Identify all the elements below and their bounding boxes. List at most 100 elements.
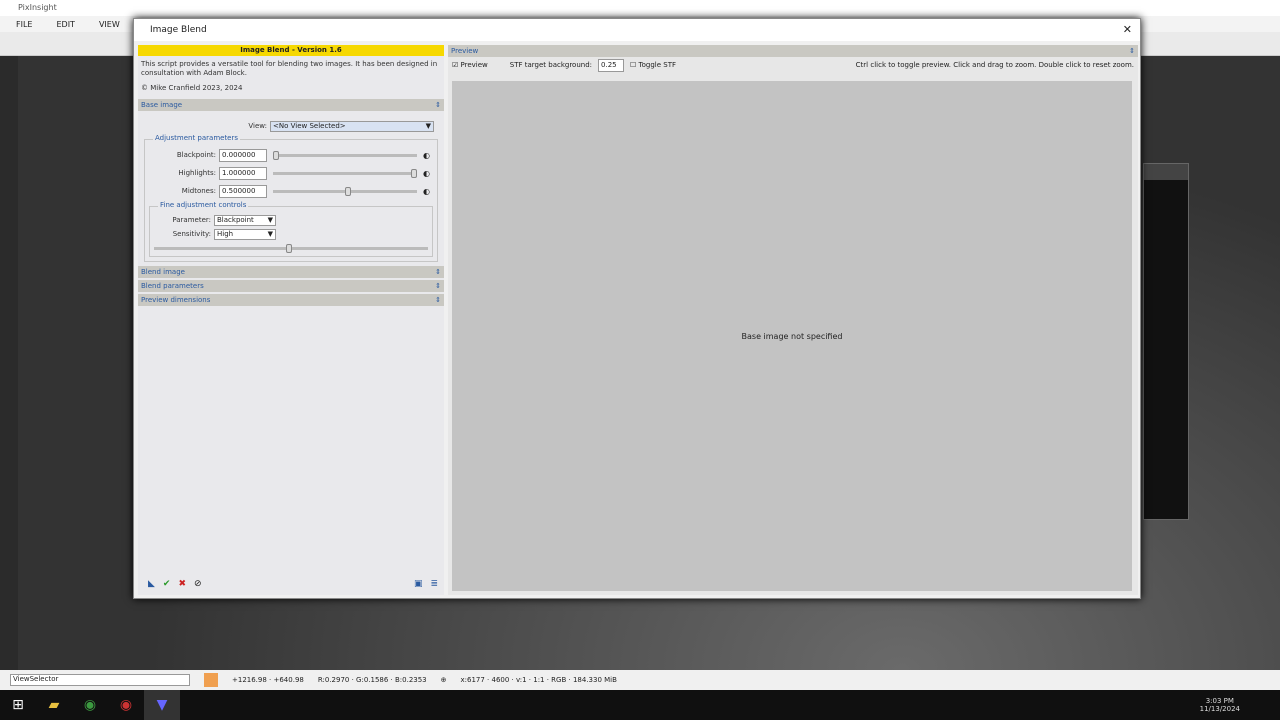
collapse-icon[interactable]: ⇕ — [435, 101, 441, 109]
version-banner: Image Blend - Version 1.6 — [138, 45, 444, 56]
sensitivity-value: High — [217, 229, 234, 238]
app-title: PixInsight — [18, 3, 57, 12]
slider-knob[interactable] — [273, 150, 279, 160]
view-label: View: — [248, 122, 267, 130]
menu-view[interactable]: VIEW — [99, 20, 120, 32]
left-panel: Image Blend - Version 1.6 This script pr… — [138, 45, 444, 595]
param-row: Highlights: 1.000000 ◐ — [149, 164, 433, 182]
section-base-image[interactable]: Base image ⇕ — [138, 99, 444, 111]
midtones-input[interactable]: 0.500000 — [219, 184, 267, 198]
section-preview[interactable]: Preview ⇕ — [448, 45, 1138, 57]
expand-icon[interactable]: ⇕ — [435, 268, 441, 276]
section-blend-image[interactable]: Blend image ⇕ — [138, 266, 444, 278]
reset-icon[interactable]: ⊘ — [194, 579, 202, 589]
explorer-side-tabs[interactable] — [0, 56, 18, 670]
section-label: Blend image — [141, 268, 185, 276]
stf-label: STF target background: — [509, 61, 593, 69]
cancel-icon[interactable]: ✖ — [178, 579, 186, 589]
app-icon[interactable]: ◉ — [108, 690, 144, 720]
expand-icon[interactable]: ⇕ — [435, 282, 441, 290]
settings-icon[interactable]: ≣ — [430, 579, 438, 589]
menu-file[interactable]: FILE — [16, 20, 32, 32]
blackpoint-slider[interactable] — [273, 150, 417, 160]
preview-hint: Ctrl click to toggle preview. Click and … — [855, 61, 1134, 69]
preview-canvas[interactable]: Base image not specified — [452, 81, 1132, 591]
view-select[interactable]: <No View Selected> ▼ — [270, 120, 434, 132]
slider-knob[interactable] — [285, 244, 292, 253]
dialog-title: Image Blend — [150, 25, 207, 35]
view-selector[interactable]: ViewSelector — [10, 674, 190, 686]
group-title: Fine adjustment controls — [158, 201, 249, 209]
menu-edit[interactable]: EDIT — [56, 20, 74, 32]
param-row: Blackpoint: 0.000000 ◐ — [149, 146, 433, 164]
reset-icon[interactable]: ◐ — [423, 151, 433, 160]
color-swatch[interactable] — [204, 673, 218, 687]
group-title: Adjustment parameters — [153, 134, 241, 142]
pixel-values: R:0.2970 · G:0.1586 · B:0.2353 — [317, 676, 427, 684]
blackpoint-input[interactable]: 0.000000 — [219, 148, 267, 162]
slider-knob[interactable] — [411, 168, 417, 178]
param-label: Midtones: — [181, 187, 216, 195]
new-instance-icon[interactable]: ◣ — [148, 579, 155, 589]
cursor-coords: +1216.98 · +640.98 — [232, 676, 304, 684]
description: This script provides a versatile tool fo… — [138, 56, 444, 97]
chevron-down-icon: ▼ — [267, 229, 273, 238]
stf-input[interactable]: 0.25 — [598, 58, 625, 72]
documentation-icon[interactable]: ▣ — [414, 579, 423, 589]
param-row: Midtones: 0.500000 ◐ — [149, 182, 433, 200]
slider-knob[interactable] — [345, 186, 351, 196]
parameter-label: Parameter: — [172, 216, 211, 224]
chevron-down-icon: ▼ — [267, 215, 273, 224]
parameter-value: Blackpoint — [217, 215, 254, 224]
execute-icon[interactable]: ✔ — [163, 579, 171, 589]
date: 11/13/2024 — [1199, 705, 1240, 713]
close-icon[interactable]: ✕ — [1123, 23, 1132, 36]
section-label: Blend parameters — [141, 282, 204, 290]
param-label: Highlights: — [178, 169, 216, 177]
reset-icon[interactable]: ◐ — [423, 169, 433, 178]
preview-panel: Preview ⇕ ☑ Preview STF target background… — [448, 45, 1138, 595]
chevron-down-icon: ▼ — [425, 121, 431, 130]
section-label: Base image — [141, 101, 183, 109]
reset-icon[interactable]: ◐ — [423, 187, 433, 196]
fine-slider[interactable] — [154, 244, 428, 253]
canvas-message: Base image not specified — [741, 331, 843, 341]
highlights-slider[interactable] — [273, 168, 417, 178]
toggle-stf-checkbox[interactable]: ☐ Toggle STF — [630, 61, 676, 69]
section-blend-parameters[interactable]: Blend parameters ⇕ — [138, 280, 444, 292]
preview-check-label: Preview — [460, 61, 488, 69]
preview-checkbox[interactable]: ☑ Preview — [452, 61, 488, 69]
description-text: This script provides a versatile tool fo… — [141, 60, 438, 77]
file-explorer-icon[interactable]: ▰ — [36, 690, 72, 720]
image-info: x:6177 · 4600 · v:1 · 1:1 · RGB · 184.33… — [460, 676, 617, 684]
preview-toolbar: ☑ Preview STF target background: 0.25 ☐ … — [448, 57, 1138, 73]
sensitivity-label: Sensitivity: — [172, 230, 211, 238]
expand-icon[interactable]: ⇕ — [435, 296, 441, 304]
pin-icon[interactable]: ⊕ — [441, 676, 447, 684]
dialog-title-bar: Image Blend ✕ — [134, 19, 1140, 41]
taskbar: ⊞ ▰ ◉ ◉ ▼ 3:03 PM 11/13/2024 — [0, 690, 1280, 720]
midtones-slider[interactable] — [273, 186, 417, 196]
image-window[interactable] — [1143, 163, 1189, 520]
chrome-icon[interactable]: ◉ — [72, 690, 108, 720]
app-title-bar: PixInsight — [0, 0, 1280, 16]
param-label: Blackpoint: — [176, 151, 216, 159]
copyright: © Mike Cranfield 2023, 2024 — [141, 84, 243, 92]
image-blend-dialog: Image Blend ✕ Image Blend - Version 1.6 T… — [133, 18, 1141, 599]
section-label: Preview — [451, 47, 479, 55]
pixinsight-icon[interactable]: ▼ — [144, 690, 180, 720]
sensitivity-select[interactable]: High ▼ — [214, 228, 276, 240]
section-label: Preview dimensions — [141, 296, 211, 304]
image-window-titlebar[interactable] — [1144, 164, 1188, 180]
section-preview-dimensions[interactable]: Preview dimensions ⇕ — [138, 294, 444, 306]
parameter-select[interactable]: Blackpoint ▼ — [214, 214, 276, 226]
windows-start-icon[interactable]: ⊞ — [0, 690, 36, 720]
highlights-input[interactable]: 1.000000 — [219, 166, 267, 180]
time: 3:03 PM — [1205, 697, 1234, 705]
fine-adjust-group: Fine adjustment controls Parameter: Black… — [149, 201, 433, 257]
adjustment-group: Adjustment parameters Blackpoint: 0.00000… — [144, 134, 438, 262]
clock[interactable]: 3:03 PM 11/13/2024 — [1200, 697, 1280, 713]
toggle-stf-label: Toggle STF — [638, 61, 677, 69]
status-bar: ViewSelector +1216.98 · +640.98 R:0.2970… — [0, 670, 1280, 690]
collapse-icon[interactable]: ⇕ — [1129, 47, 1135, 55]
